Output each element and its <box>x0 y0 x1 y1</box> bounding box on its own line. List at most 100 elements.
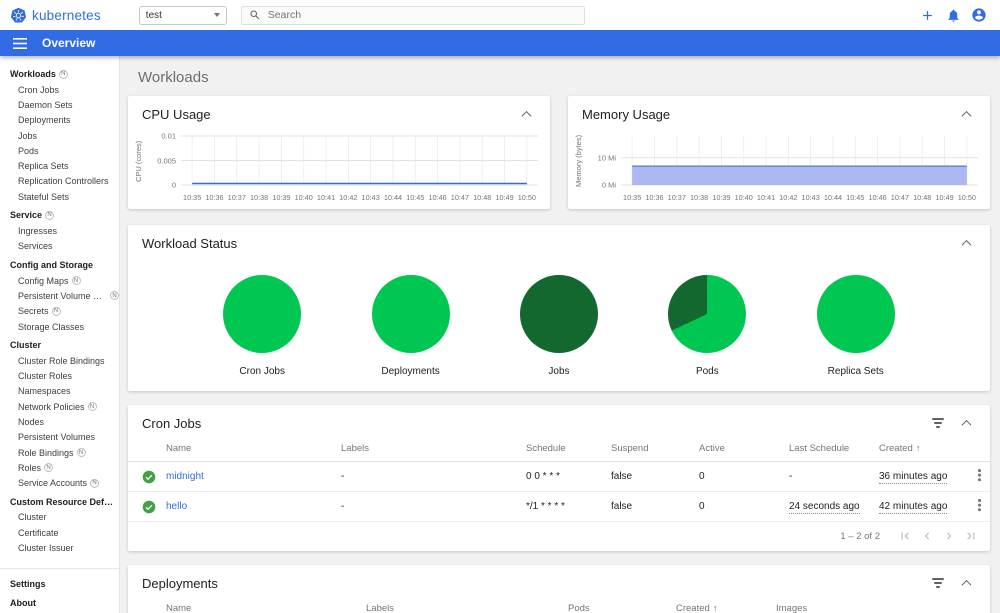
sidebar-item-label: Namespaces <box>18 386 71 397</box>
prev-page-icon[interactable] <box>918 527 936 545</box>
column-header-last-schedule[interactable]: Last Schedule <box>781 439 871 462</box>
section-label: Custom Resource Definitions <box>10 496 115 507</box>
usage-graphs-row: CPU Usage CPU (cores) 0.01 0.005 0 10:35 10… <box>128 96 990 209</box>
sidebar-item-storage-classes[interactable]: Storage Classes <box>0 319 119 334</box>
sidebar-item-persistent-volumes[interactable]: Persistent Volumes <box>0 430 119 445</box>
collapse-button[interactable] <box>516 105 536 123</box>
status-pie-cron-jobs[interactable]: Cron Jobs <box>223 275 302 377</box>
column-header-active[interactable]: Active <box>691 439 781 462</box>
column-header-name[interactable]: Name <box>158 439 333 462</box>
sidebar-section-workloads[interactable]: Workloads N <box>0 66 119 82</box>
sidebar-item-cron-jobs[interactable]: Cron Jobs <box>0 82 119 97</box>
sidebar-item-config-maps[interactable]: Config Maps N <box>0 273 119 288</box>
column-header-created[interactable]: Created ↑ <box>668 599 768 613</box>
collapse-button[interactable] <box>956 105 976 123</box>
search-input[interactable] <box>267 9 577 21</box>
sidebar-item-about[interactable]: About <box>0 595 119 611</box>
sidebar-item-replication-controllers[interactable]: Replication Controllers <box>0 174 119 189</box>
sidebar-item-services[interactable]: Services <box>0 239 119 254</box>
sidebar-item-pods[interactable]: Pods <box>0 143 119 158</box>
created-value: 36 minutes ago <box>879 471 948 484</box>
status-pie-pods[interactable]: Pods <box>668 275 747 377</box>
filter-button[interactable] <box>928 414 948 432</box>
namespace-select[interactable]: test <box>138 5 227 25</box>
collapse-button[interactable] <box>956 234 976 252</box>
first-page-icon[interactable] <box>896 527 914 545</box>
column-spacer <box>965 599 990 613</box>
cronjob-row[interactable]: hello - */1 * * * * false 0 24 seconds a… <box>128 491 990 522</box>
column-header-created[interactable]: Created ↑ <box>871 439 965 462</box>
hamburger-menu-icon[interactable] <box>13 37 27 49</box>
sidebar-item-label: Service Accounts <box>18 478 88 489</box>
brand-name[interactable]: kubernetes <box>32 8 101 23</box>
sidebar-item-service-accounts[interactable]: Service Accounts N <box>0 476 119 491</box>
sidebar-item-replica-sets[interactable]: Replica Sets <box>0 158 119 173</box>
x-tick-label: 10:45 <box>406 193 425 202</box>
deployments-card: Deployments Name Labels Pods Created ↑ Images… <box>128 565 990 613</box>
row-menu-icon[interactable] <box>973 498 985 512</box>
column-header-labels[interactable]: Labels <box>358 599 560 613</box>
user-account-icon[interactable] <box>968 4 990 26</box>
x-tick-label: 10:45 <box>846 193 865 202</box>
column-header-labels[interactable]: Labels <box>333 439 518 462</box>
y-tick-label: 0 <box>171 180 176 190</box>
collapse-button[interactable] <box>956 414 976 432</box>
sidebar-item-roles[interactable]: Roles N <box>0 460 119 475</box>
sidebar-item-label: Persistent Volume Claims <box>18 290 107 301</box>
sidebar-section-cluster[interactable]: Cluster <box>0 337 119 353</box>
sidebar-item-label: About <box>10 597 36 608</box>
cron-jobs-card: Cron Jobs Name Labels Schedule Suspend Activ… <box>128 405 990 551</box>
sidebar-item-nodes[interactable]: Nodes <box>0 414 119 429</box>
status-pie-jobs[interactable]: Jobs <box>519 275 598 377</box>
sidebar-item-persistent-volume-claims[interactable]: Persistent Volume ClaimsN <box>0 288 119 303</box>
sidebar-section-config-and-storage[interactable]: Config and Storage <box>0 257 119 273</box>
filter-icon <box>932 418 944 428</box>
sidebar-item-cluster[interactable]: Cluster <box>0 510 119 525</box>
sidebar-item-settings[interactable]: Settings <box>0 576 119 592</box>
cronjob-name-link[interactable]: hello <box>166 501 187 512</box>
notifications-bell-icon[interactable] <box>942 4 964 26</box>
sidebar-item-ingresses[interactable]: Ingresses <box>0 223 119 238</box>
sidebar-section-service[interactable]: Service N <box>0 207 119 223</box>
sidebar-item-deployments[interactable]: Deployments <box>0 113 119 128</box>
last-page-icon[interactable] <box>962 527 980 545</box>
sidebar-item-daemon-sets[interactable]: Daemon Sets <box>0 97 119 112</box>
namespaced-badge-icon: N <box>58 69 68 79</box>
cronjob-name-link[interactable]: midnight <box>166 471 204 482</box>
sidebar-item-stateful-sets[interactable]: Stateful Sets <box>0 189 119 204</box>
line-chart-plot <box>181 135 538 186</box>
sidebar-item-secrets[interactable]: Secrets N <box>0 304 119 319</box>
status-pie-replica-sets[interactable]: Replica Sets <box>816 275 895 377</box>
cronjob-row[interactable]: midnight - 0 0 * * * false 0 - 36 minute… <box>128 461 990 492</box>
column-header-suspend[interactable]: Suspend <box>603 439 691 462</box>
x-tick-label: 10:44 <box>383 193 403 202</box>
x-axis-ticks: 10:35 10:36 10:37 10:38 10:39 10:40 10:41 10:42… <box>621 193 978 202</box>
x-tick-label: 10:40 <box>294 193 313 202</box>
sidebar-item-label: Pods <box>18 145 39 156</box>
sidebar-item-cluster-issuer[interactable]: Cluster Issuer <box>0 540 119 555</box>
filter-button[interactable] <box>928 574 948 592</box>
kubernetes-logo-icon[interactable] <box>10 7 27 24</box>
sidebar-item-label: Config Maps <box>18 275 69 286</box>
create-plus-icon[interactable] <box>916 4 938 26</box>
search-box[interactable] <box>240 5 585 25</box>
column-header-name[interactable]: Name <box>158 599 358 613</box>
sidebar-section-custom-resource-definitions[interactable]: Custom Resource Definitions <box>0 494 119 510</box>
y-axis-ticks: 0.01 0.005 0 <box>145 132 181 190</box>
next-page-icon[interactable] <box>940 527 958 545</box>
column-header-images[interactable]: Images <box>768 599 965 613</box>
sidebar-item-label: Role Bindings <box>18 447 74 458</box>
sidebar-item-network-policies[interactable]: Network Policies N <box>0 399 119 414</box>
sidebar-item-cluster-role-bindings[interactable]: Cluster Role Bindings <box>0 353 119 368</box>
column-header-pods[interactable]: Pods <box>560 599 668 613</box>
sidebar-item-role-bindings[interactable]: Role Bindings N <box>0 445 119 460</box>
sidebar-item-cluster-roles[interactable]: Cluster Roles <box>0 368 119 383</box>
namespaced-badge-icon: N <box>45 210 55 220</box>
collapse-button[interactable] <box>956 574 976 592</box>
sidebar-item-certificate[interactable]: Certificate <box>0 525 119 540</box>
sidebar-item-jobs[interactable]: Jobs <box>0 128 119 143</box>
sidebar-item-namespaces[interactable]: Namespaces <box>0 384 119 399</box>
column-header-schedule[interactable]: Schedule <box>518 439 603 462</box>
status-pie-deployments[interactable]: Deployments <box>371 275 450 377</box>
row-menu-icon[interactable] <box>973 468 985 482</box>
